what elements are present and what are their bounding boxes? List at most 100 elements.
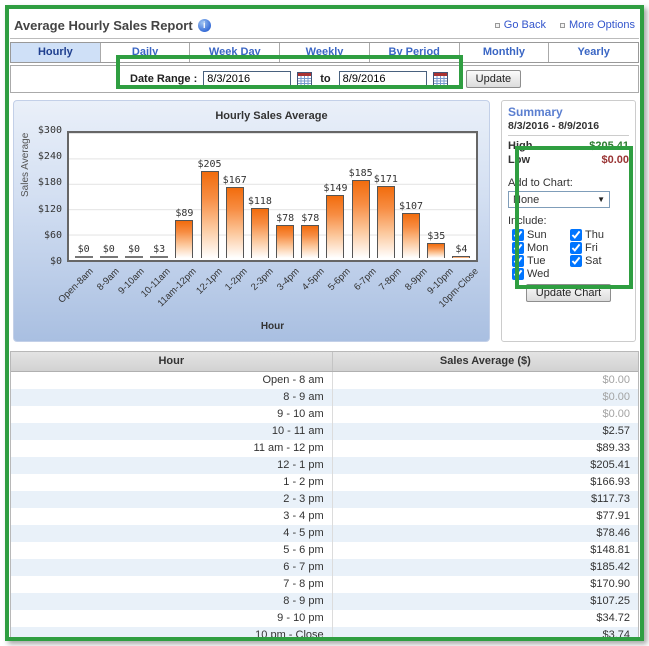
tab-daily[interactable]: Daily [99, 43, 190, 62]
cell-sales-average: $78.46 [596, 527, 630, 539]
checkbox-tue[interactable] [512, 255, 524, 267]
square-bullet-icon [494, 22, 500, 28]
update-button[interactable]: Update [465, 70, 522, 88]
include-days-grid: Sun Thu Mon Fri Tue Sat Wed [508, 229, 629, 280]
checkbox-mon[interactable] [512, 242, 524, 254]
add-to-chart-select[interactable]: None ▼ [508, 191, 610, 208]
page-title-text: Average Hourly Sales Report [14, 17, 193, 33]
low-label: Low [508, 154, 530, 166]
go-back-link[interactable]: Go Back [494, 19, 546, 31]
chevron-down-icon: ▼ [597, 195, 605, 204]
table-row: 6 - 7 pm $185.42 [11, 559, 638, 576]
checkbox-wed[interactable] [512, 268, 524, 280]
add-to-chart-label: Add to Chart: [508, 177, 573, 189]
table-row: 8 - 9 pm $107.25 [11, 593, 638, 610]
include-day-tue[interactable]: Tue [512, 255, 570, 267]
tab-yearly[interactable]: Yearly [548, 43, 639, 62]
y-axis-ticks: $300 $240 $180 $120 $60 $0 [21, 126, 67, 267]
update-chart-button[interactable]: Update Chart [525, 284, 612, 302]
x-axis-ticks: Open-8am 8-9am 9-10am 10-11am 11am-12pm 12-1p… [56, 266, 481, 321]
cell-sales-average: $34.72 [596, 612, 630, 624]
cell-hour: 11 am - 12 pm [11, 440, 333, 457]
table-row: 10 pm - Close $3.74 [11, 627, 638, 637]
summary-title: Summary [508, 105, 563, 119]
tab-weekly[interactable]: Weekly [279, 43, 369, 62]
info-icon[interactable]: i [197, 18, 211, 32]
bar-value-label: $0 [102, 244, 115, 255]
chart-bar [124, 256, 143, 258]
cell-hour: 3 - 4 pm [11, 508, 333, 525]
cell-hour: 6 - 7 pm [11, 559, 333, 576]
include-day-sun[interactable]: Sun [512, 229, 570, 241]
checkbox-thu[interactable] [570, 229, 582, 241]
date-from-input[interactable] [203, 70, 292, 88]
bar-slot: $78 [273, 135, 298, 258]
bar-slot: $205 [197, 135, 222, 258]
x-tick-label: 6-7pm [351, 266, 379, 293]
header: Average Hourly Sales Report i Go Back Mo… [10, 12, 639, 36]
table-body: Open - 8 am $0.00 8 - 9 am $0.00 9 - 10 am $0… [11, 372, 638, 637]
cell-hour: Open - 8 am [11, 372, 333, 389]
more-options-label: More Options [568, 19, 635, 31]
cell-hour: 12 - 1 pm [11, 457, 333, 474]
bar-slot: $171 [373, 135, 398, 258]
y-tick-label: $60 [43, 229, 62, 241]
calendar-icon[interactable] [297, 72, 313, 86]
cell-sales-average: $185.42 [590, 561, 630, 573]
tab-week-day[interactable]: Week Day [189, 43, 280, 62]
bar-value-label: $0 [77, 244, 90, 255]
bar-value-label: $4 [455, 244, 468, 255]
cell-sales-average: $148.81 [590, 544, 630, 556]
bar-slot: $89 [172, 135, 197, 258]
table-row: 1 - 2 pm $166.93 [11, 474, 638, 491]
tab-hourly[interactable]: Hourly [11, 43, 100, 62]
checkbox-sat[interactable] [570, 255, 582, 267]
include-day-mon[interactable]: Mon [512, 242, 570, 254]
cell-hour: 7 - 8 pm [11, 576, 333, 593]
bar-slot: $3 [147, 135, 172, 258]
bar-slot: $35 [424, 135, 449, 258]
y-tick-label: $300 [37, 125, 62, 136]
calendar-icon[interactable] [432, 72, 448, 86]
to-label: to [320, 73, 331, 85]
cell-sales-average: $77.91 [596, 510, 630, 522]
chart-bar [250, 208, 269, 258]
chart-panel: Hourly Sales Average Sales Average $300 $… [13, 100, 490, 342]
tab-by-period[interactable]: By Period [368, 43, 459, 62]
cell-sales-average: $0.00 [602, 408, 630, 420]
checkbox-fri[interactable] [570, 242, 582, 254]
date-to-input[interactable] [338, 70, 427, 88]
chart-bar [376, 186, 395, 258]
include-day-thu[interactable]: Thu [570, 229, 628, 241]
chart-bar [301, 225, 320, 258]
main-area: Hourly Sales Average Sales Average $300 $… [10, 100, 639, 342]
summary-divider [508, 135, 629, 136]
chart-bar [326, 195, 345, 258]
include-day-sat[interactable]: Sat [570, 255, 628, 267]
bar-series: $0 $0 $0 $3 $89 $205 $167 $118 $78 $78 $149 $185 $17… [71, 135, 474, 258]
tab-monthly[interactable]: Monthly [458, 43, 549, 62]
bar-slot: $0 [96, 135, 121, 258]
high-label: High [508, 140, 533, 152]
table-row: 8 - 9 am $0.00 [11, 389, 638, 406]
day-label: Sun [527, 229, 547, 241]
bar-slot: $185 [348, 135, 373, 258]
cell-hour: 4 - 5 pm [11, 525, 333, 542]
chart-title: Hourly Sales Average [215, 110, 328, 122]
plot-area-wrap: $300 $240 $180 $120 $60 $0 $0 $0 $0 $3 $89 $205 $16… [38, 126, 478, 266]
chart-bar [225, 187, 244, 258]
bar-value-label: $149 [323, 183, 348, 194]
y-tick-label: $240 [37, 151, 62, 163]
include-day-fri[interactable]: Fri [570, 242, 628, 254]
bar-slot: $149 [323, 135, 348, 258]
header-divider [10, 38, 639, 39]
y-tick-label: $120 [37, 203, 62, 215]
more-options-link[interactable]: More Options [559, 19, 635, 31]
cell-hour: 8 - 9 pm [11, 593, 333, 610]
include-day-wed[interactable]: Wed [512, 268, 570, 280]
cell-hour: 8 - 9 am [11, 389, 333, 406]
bar-slot: $0 [71, 135, 96, 258]
table-header: Hour Sales Average ($) [11, 352, 638, 372]
checkbox-sun[interactable] [512, 229, 524, 241]
bar-slot: $118 [247, 135, 272, 258]
